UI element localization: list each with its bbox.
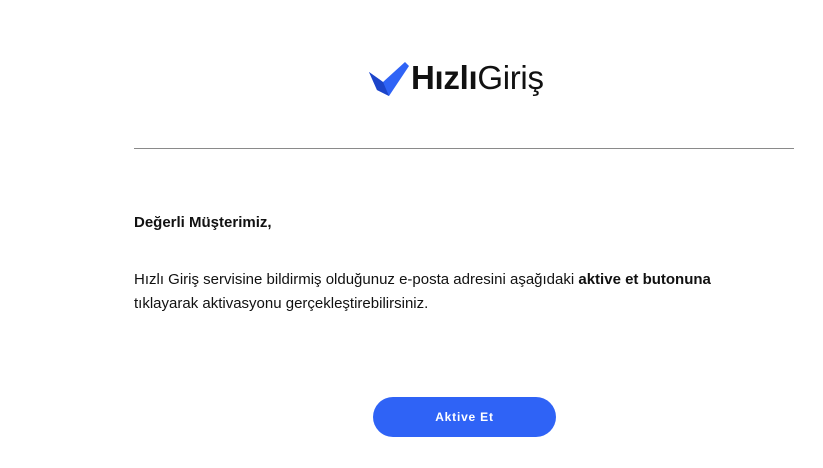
brand-name: HızlıGiriş [411, 58, 544, 98]
activate-button[interactable]: Aktive Et [373, 397, 556, 437]
check-icon [369, 62, 409, 96]
greeting-text: Değerli Müşterimiz, [134, 214, 272, 231]
message-text-bold: aktive et butonuna [578, 271, 711, 288]
message-text-start: Hızlı Giriş servisine bildirmiş olduğunu… [134, 271, 579, 288]
brand-name-light: Giriş [477, 59, 544, 96]
brand-name-bold: Hızlı [411, 59, 478, 96]
brand-logo: HızlıGiriş [369, 58, 544, 98]
activation-message: Hızlı Giriş servisine bildirmiş olduğunu… [134, 268, 774, 316]
message-text-end: tıklayarak aktivasyonu gerçekleştirebili… [134, 295, 429, 312]
header-divider [134, 148, 794, 149]
